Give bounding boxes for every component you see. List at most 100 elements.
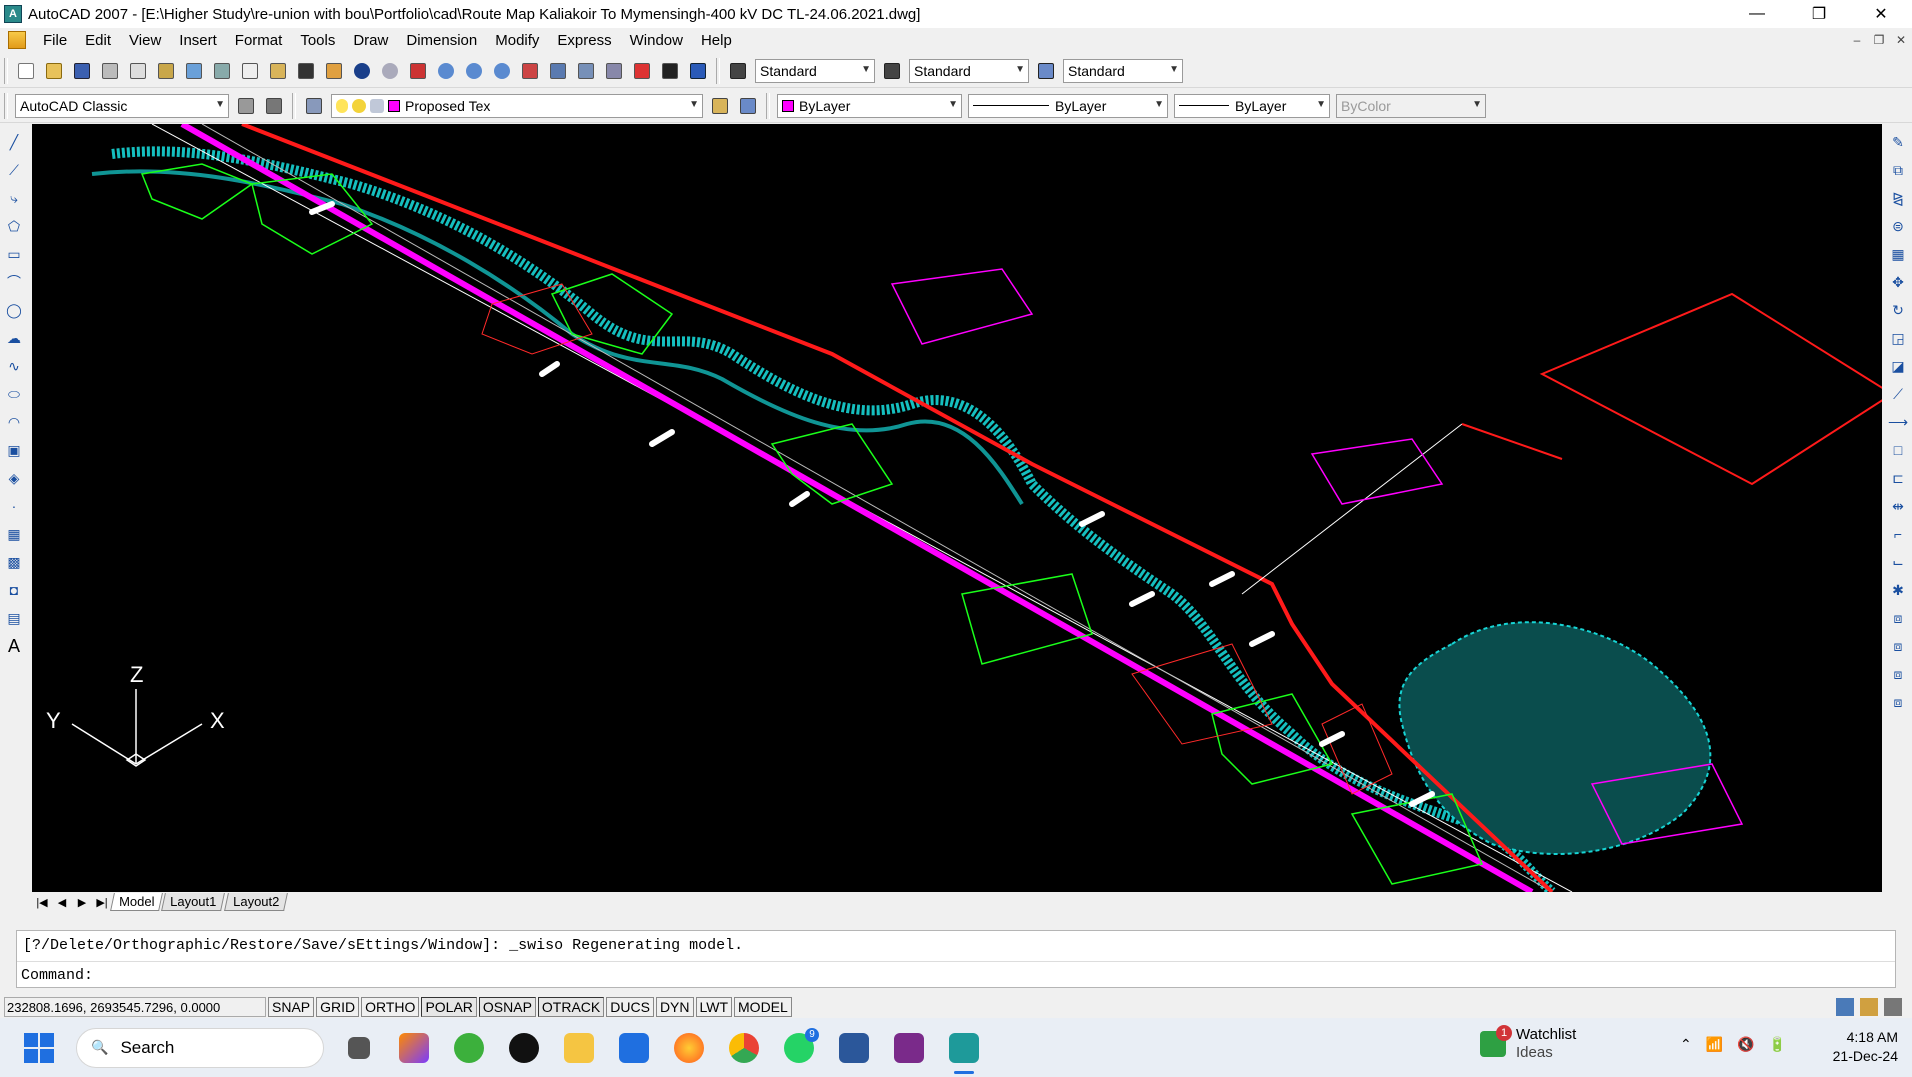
workspace-save-icon[interactable] — [262, 94, 286, 118]
break-icon[interactable]: ⊏ — [1888, 468, 1908, 488]
trim-icon[interactable]: ⟋ — [1888, 384, 1908, 404]
menu-dimension[interactable]: Dimension — [397, 28, 486, 52]
file-explorer-icon[interactable] — [559, 1028, 599, 1068]
insert-block-icon[interactable]: ▣ — [4, 440, 24, 460]
stretch-icon[interactable]: ◪ — [1888, 356, 1908, 376]
cut-icon[interactable] — [210, 59, 234, 83]
rectangle-icon[interactable]: ▭ — [4, 244, 24, 264]
otrack-toggle[interactable]: OTRACK — [537, 997, 605, 1017]
explode-icon[interactable]: ✱ — [1888, 580, 1908, 600]
open-icon[interactable] — [42, 59, 66, 83]
copy-icon[interactable] — [238, 59, 262, 83]
tool-palettes-icon[interactable] — [574, 59, 598, 83]
communication-center-icon[interactable] — [1836, 998, 1854, 1016]
circle-icon[interactable]: ◯ — [4, 300, 24, 320]
chevron-up-icon[interactable]: ⌃ — [1680, 1036, 1692, 1053]
tab-next-button[interactable]: ▶ — [72, 896, 92, 909]
ellipse-arc-icon[interactable]: ◠ — [4, 412, 24, 432]
whatsapp-icon[interactable]: 9 — [779, 1027, 819, 1068]
point-icon[interactable]: · — [4, 496, 24, 516]
spline-icon[interactable]: ∿ — [4, 356, 24, 376]
toolbar-grip[interactable] — [4, 92, 8, 119]
taskbar-search[interactable]: 🔍 Search — [76, 1027, 324, 1068]
menu-insert[interactable]: Insert — [170, 28, 226, 52]
tab-layout2[interactable]: Layout2 — [223, 893, 288, 911]
system-clock[interactable]: 4:18 AM 21-Dec-24 — [1833, 1028, 1898, 1066]
calculator-icon[interactable] — [658, 59, 682, 83]
toolbar-grip[interactable] — [292, 92, 296, 119]
hatch-icon[interactable]: ▦ — [4, 524, 24, 544]
battery-icon[interactable]: 🔋 — [1769, 1036, 1786, 1053]
firefox-icon[interactable] — [669, 1028, 709, 1068]
rotate-icon[interactable]: ↻ — [1888, 300, 1908, 320]
autocad-taskbar-icon[interactable] — [944, 1028, 984, 1074]
polar-toggle[interactable]: POLAR — [421, 997, 477, 1017]
drawing-document-icon[interactable] — [8, 31, 26, 49]
ortho-toggle[interactable]: ORTHO — [361, 997, 420, 1017]
minimize-button[interactable]: — — [1726, 0, 1788, 28]
draworder-above-icon[interactable]: ⧈ — [1888, 664, 1908, 684]
toolbar-grip[interactable] — [766, 92, 770, 119]
undo-icon[interactable] — [350, 59, 374, 83]
menu-edit[interactable]: Edit — [76, 28, 120, 52]
save-icon[interactable] — [70, 59, 94, 83]
polyline-icon[interactable]: ⤷ — [4, 188, 24, 208]
tab-layout1[interactable]: Layout1 — [161, 893, 226, 911]
fillet-icon[interactable]: ⌙ — [1888, 552, 1908, 572]
toolbar-lock-icon[interactable] — [1860, 998, 1878, 1016]
doc-minimize-icon[interactable]: – — [1846, 28, 1868, 52]
menu-express[interactable]: Express — [548, 28, 620, 52]
windows-start-icon[interactable] — [24, 1032, 54, 1063]
ellipse-icon[interactable]: ⬭ — [4, 384, 24, 404]
layer-properties-icon[interactable] — [302, 94, 326, 118]
region-icon[interactable]: ◘ — [4, 580, 24, 600]
color-combo[interactable]: ByLayer ▼ — [777, 93, 962, 118]
plot-preview-icon[interactable] — [126, 59, 150, 83]
layer-previous-icon[interactable] — [736, 94, 760, 118]
markup-icon[interactable] — [630, 59, 654, 83]
grid-toggle[interactable]: GRID — [316, 997, 360, 1017]
array-icon[interactable]: ▦ — [1888, 244, 1908, 264]
wifi-icon[interactable]: 📶 — [1706, 1036, 1723, 1053]
gradient-icon[interactable]: ▩ — [4, 552, 24, 572]
tab-prev-button[interactable]: ◀ — [52, 896, 72, 909]
extend-icon[interactable]: ⟶ — [1888, 412, 1908, 432]
properties-icon[interactable] — [518, 59, 542, 83]
menu-window[interactable]: Window — [621, 28, 692, 52]
coordinate-readout[interactable]: 232808.1696, 2693545.7296, 0.0000 — [4, 997, 266, 1017]
doc-close-icon[interactable]: ✕ — [1890, 28, 1912, 52]
clean-screen-icon[interactable] — [1884, 998, 1902, 1016]
restore-button[interactable]: ❐ — [1788, 0, 1850, 28]
workspace-settings-icon[interactable] — [234, 94, 258, 118]
tab-last-button[interactable]: ▶| — [92, 896, 112, 909]
zoom-realtime-icon[interactable] — [434, 59, 458, 83]
autocad-app-icon[interactable]: A — [4, 5, 22, 23]
pan-icon[interactable] — [406, 59, 430, 83]
wechat-icon[interactable] — [449, 1028, 489, 1068]
doc-restore-icon[interactable]: ❐ — [1868, 28, 1890, 52]
lwt-toggle[interactable]: LWT — [695, 997, 733, 1017]
menu-help[interactable]: Help — [692, 28, 741, 52]
dim-style-combo[interactable]: Standard ▼ — [909, 58, 1029, 83]
revision-cloud-icon[interactable]: ☁ — [4, 328, 24, 348]
drawing-area[interactable]: Z Y X — [32, 124, 1882, 892]
tab-model[interactable]: Model — [110, 893, 164, 911]
linetype-combo[interactable]: ByLayer ▼ — [968, 93, 1168, 118]
construction-line-icon[interactable]: ⟋ — [4, 160, 24, 180]
mirror-icon[interactable]: ⧎ — [1888, 188, 1908, 208]
model-toggle[interactable]: MODEL — [734, 997, 792, 1017]
lineweight-combo[interactable]: ByLayer ▼ — [1174, 93, 1330, 118]
ducs-toggle[interactable]: DUCS — [606, 997, 654, 1017]
help-icon[interactable] — [686, 59, 710, 83]
text-style-combo[interactable]: Standard ▼ — [755, 58, 875, 83]
toolbar-grip[interactable] — [4, 57, 8, 84]
multiline-text-icon[interactable]: A — [4, 636, 24, 656]
design-center-icon[interactable] — [546, 59, 570, 83]
match-properties-icon[interactable] — [294, 59, 318, 83]
plot-icon[interactable] — [98, 59, 122, 83]
block-editor-icon[interactable] — [322, 59, 346, 83]
menu-format[interactable]: Format — [226, 28, 292, 52]
close-button[interactable]: ✕ — [1850, 0, 1912, 28]
menu-draw[interactable]: Draw — [344, 28, 397, 52]
offset-icon[interactable]: ⊜ — [1888, 216, 1908, 236]
